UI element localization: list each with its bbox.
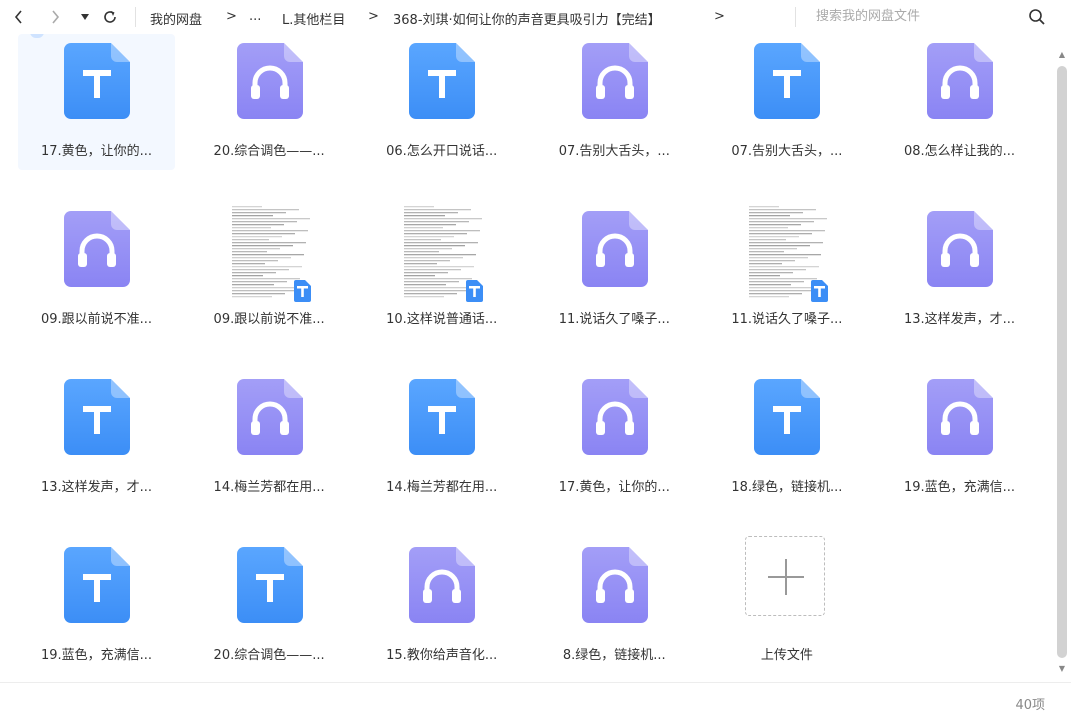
file-name: 07.告别大舌头，... — [558, 144, 670, 159]
file-name: 11.说话久了嗓子... — [558, 312, 670, 327]
audio-file-icon — [581, 211, 648, 287]
history-dropdown-button[interactable] — [74, 6, 96, 28]
document-preview-thumbnail — [228, 202, 311, 302]
file-name: 13.这样发声，才... — [903, 312, 1016, 327]
forward-button[interactable] — [44, 6, 66, 28]
refresh-icon — [104, 11, 116, 23]
file-name: 13.这样发声，才... — [40, 480, 153, 495]
file-name: 11.说话久了嗓子... — [731, 312, 843, 327]
caret-down-icon — [81, 14, 89, 20]
file-item[interactable]: 09.跟以前说不准... — [191, 202, 348, 338]
text-file-icon — [236, 547, 303, 623]
breadcrumb-expand-arrow[interactable]: > — [714, 9, 725, 24]
file-item[interactable]: 15.教你给声音化... — [363, 538, 520, 674]
breadcrumb-item[interactable]: 我的网盘 — [150, 9, 202, 28]
file-name: 08.怎么样让我的... — [903, 144, 1016, 159]
text-file-icon — [754, 379, 821, 455]
file-item[interactable]: 11.说话久了嗓子... — [708, 202, 865, 338]
audio-file-icon — [927, 211, 993, 287]
audio-file-icon — [927, 379, 993, 455]
refresh-button[interactable] — [99, 6, 121, 28]
file-item[interactable]: 14.梅兰芳都在用... — [363, 370, 520, 506]
document-preview-thumbnail — [401, 202, 484, 302]
breadcrumb-separator: > — [368, 9, 379, 24]
file-name: 15.教你给声音化... — [386, 648, 498, 663]
file-item[interactable]: 8.绿色，链接机... — [536, 538, 693, 674]
file-name: 17.黄色，让你的... — [40, 144, 153, 159]
file-item[interactable]: 09.跟以前说不准... — [18, 202, 175, 338]
item-count: 40项 — [1015, 698, 1045, 713]
file-name: 19.蓝色，充满信... — [903, 480, 1016, 495]
file-grid: 17.黄色，让你的... 20.综合调色——... 06.怎么开口说话... 0… — [0, 34, 1050, 682]
scroll-up-arrow[interactable]: ▲ — [1056, 50, 1068, 60]
breadcrumb-item[interactable]: ... — [249, 9, 261, 24]
text-file-icon — [409, 43, 476, 119]
file-name: 09.跟以前说不准... — [40, 312, 153, 327]
upload-button[interactable] — [745, 536, 826, 616]
audio-file-icon — [581, 379, 648, 455]
audio-file-icon — [581, 43, 648, 119]
file-name: 20.综合调色——... — [213, 144, 325, 159]
file-item[interactable]: 18.绿色，链接机... — [708, 370, 865, 506]
file-name: 18.绿色，链接机... — [731, 480, 843, 495]
chevron-right-icon — [52, 10, 60, 24]
audio-file-icon — [581, 547, 648, 623]
selection-indicator[interactable] — [30, 34, 44, 38]
toolbar-divider — [135, 7, 136, 27]
audio-file-icon — [927, 43, 993, 119]
breadcrumb-item[interactable]: 368-刘琪·如何让你的声音更具吸引力【完结】 — [393, 9, 661, 28]
text-file-icon — [64, 43, 130, 119]
search-icon[interactable] — [1028, 8, 1046, 26]
breadcrumb-item[interactable]: L.其他栏目 — [282, 9, 345, 28]
audio-file-icon — [409, 547, 476, 623]
text-file-icon — [64, 379, 130, 455]
file-name: 06.怎么开口说话... — [386, 144, 498, 159]
document-preview-thumbnail — [746, 202, 829, 302]
upload-file-tile[interactable]: 上传文件 — [708, 536, 865, 674]
file-name: 8.绿色，链接机... — [562, 648, 666, 663]
file-item[interactable]: 19.蓝色，充满信... — [881, 370, 1038, 506]
file-item[interactable]: 17.黄色，让你的... — [536, 370, 693, 506]
file-name: 10.这样说普通话... — [386, 312, 498, 327]
file-name: 14.梅兰芳都在用... — [213, 480, 325, 495]
upload-label: 上传文件 — [760, 648, 813, 663]
file-item[interactable]: 10.这样说普通话... — [363, 202, 520, 338]
back-button[interactable] — [8, 6, 30, 28]
breadcrumb-separator: > — [226, 9, 237, 24]
file-name: 14.梅兰芳都在用... — [386, 480, 498, 495]
scroll-down-arrow[interactable]: ▼ — [1056, 664, 1068, 674]
file-name: 09.跟以前说不准... — [213, 312, 325, 327]
status-bar: 40项 — [0, 682, 1071, 724]
file-name: 07.告别大舌头，... — [731, 144, 843, 159]
file-name: 17.黄色，让你的... — [558, 480, 670, 495]
file-name: 19.蓝色，充满信... — [40, 648, 153, 663]
file-item[interactable]: 06.怎么开口说话... — [363, 34, 520, 170]
text-file-icon — [754, 43, 821, 119]
top-toolbar: 我的网盘 > ... L.其他栏目 > 368-刘琪·如何让你的声音更具吸引力【… — [0, 0, 1071, 34]
file-item[interactable]: 17.黄色，让你的... — [18, 34, 175, 170]
file-item[interactable]: 13.这样发声，才... — [881, 202, 1038, 338]
file-item[interactable]: 07.告别大舌头，... — [708, 34, 865, 170]
scrollbar-thumb[interactable] — [1057, 66, 1067, 658]
text-file-icon — [409, 379, 476, 455]
search-divider — [795, 7, 796, 27]
file-item[interactable]: 08.怎么样让我的... — [881, 34, 1038, 170]
audio-file-icon — [236, 43, 303, 119]
chevron-left-icon — [14, 10, 22, 24]
audio-file-icon — [236, 379, 303, 455]
file-item[interactable]: 13.这样发声，才... — [18, 370, 175, 506]
audio-file-icon — [64, 211, 130, 287]
search-input[interactable] — [816, 5, 1016, 27]
file-item[interactable]: 14.梅兰芳都在用... — [191, 370, 348, 506]
file-name: 20.综合调色——... — [213, 648, 325, 663]
file-item[interactable]: 19.蓝色，充满信... — [18, 538, 175, 674]
text-file-icon — [64, 547, 130, 623]
file-item[interactable]: 07.告别大舌头，... — [536, 34, 693, 170]
file-item[interactable]: 20.综合调色——... — [191, 538, 348, 674]
file-item[interactable]: 20.综合调色——... — [191, 34, 348, 170]
file-item[interactable]: 11.说话久了嗓子... — [536, 202, 693, 338]
